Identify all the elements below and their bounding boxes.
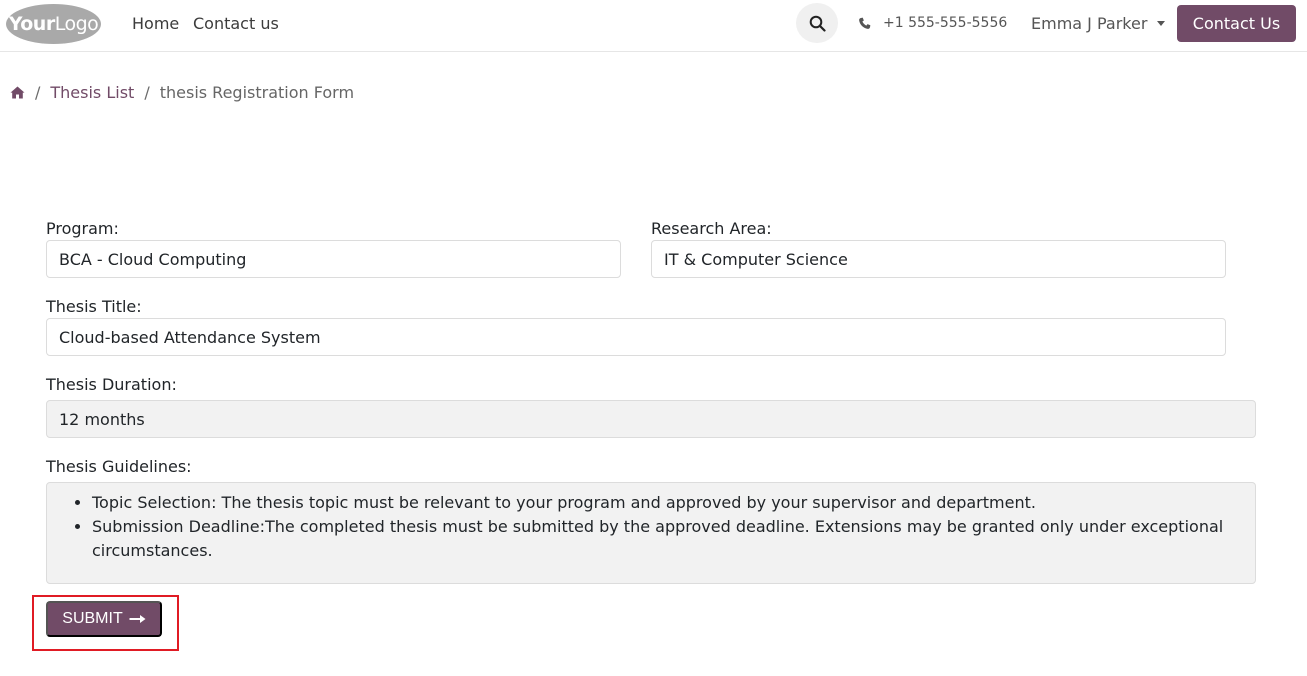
home-icon[interactable] xyxy=(10,86,25,99)
guidelines-list: Topic Selection: The thesis topic must b… xyxy=(59,491,1243,563)
breadcrumb-separator: / xyxy=(35,83,41,102)
thesis-guidelines-box: Topic Selection: The thesis topic must b… xyxy=(46,482,1256,584)
research-area-field[interactable]: IT & Computer Science xyxy=(651,240,1226,278)
guideline-item-topic-selection: Topic Selection: The thesis topic must b… xyxy=(92,491,1243,515)
phone-link[interactable]: +1 555-555-5556 xyxy=(858,15,1007,31)
program-field[interactable]: BCA - Cloud Computing xyxy=(46,240,621,278)
contact-us-button[interactable]: Contact Us xyxy=(1177,5,1296,42)
breadcrumb: / Thesis List / thesis Registration Form xyxy=(10,83,354,102)
phone-icon xyxy=(859,17,871,29)
logo-text-light: Logo xyxy=(54,13,99,35)
thesis-title-field[interactable]: Cloud-based Attendance System xyxy=(46,318,1226,356)
search-button[interactable] xyxy=(796,3,838,43)
phone-number: +1 555-555-5556 xyxy=(883,15,1008,31)
nav-home[interactable]: Home xyxy=(132,14,179,33)
nav-contact-us[interactable]: Contact us xyxy=(193,14,279,33)
search-icon xyxy=(809,15,826,32)
thesis-guidelines-label: Thesis Guidelines: xyxy=(46,457,192,476)
submit-label: SUBMIT xyxy=(62,610,123,627)
caret-down-icon xyxy=(1157,21,1166,26)
logo-text-bold: Your xyxy=(8,13,55,35)
program-label: Program: xyxy=(46,219,119,238)
thesis-duration-label: Thesis Duration: xyxy=(46,375,177,394)
breadcrumb-current: thesis Registration Form xyxy=(159,83,355,102)
breadcrumb-thesis-list[interactable]: Thesis List xyxy=(50,83,134,102)
submit-button[interactable]: SUBMIT xyxy=(46,601,162,637)
guideline-item-submission-deadline: Submission Deadline:The completed thesis… xyxy=(92,515,1243,563)
user-menu[interactable]: Emma J Parker xyxy=(1031,14,1166,33)
site-logo[interactable]: Your Logo xyxy=(6,4,101,44)
user-name: Emma J Parker xyxy=(1031,14,1148,33)
breadcrumb-separator: / xyxy=(144,83,150,102)
thesis-title-label: Thesis Title: xyxy=(46,297,142,316)
thesis-duration-field: 12 months xyxy=(46,400,1256,438)
research-area-label: Research Area: xyxy=(651,219,772,238)
site-header: Your Logo Home Contact us +1 555-555-5556… xyxy=(0,0,1307,52)
arrow-right-icon xyxy=(129,615,146,623)
